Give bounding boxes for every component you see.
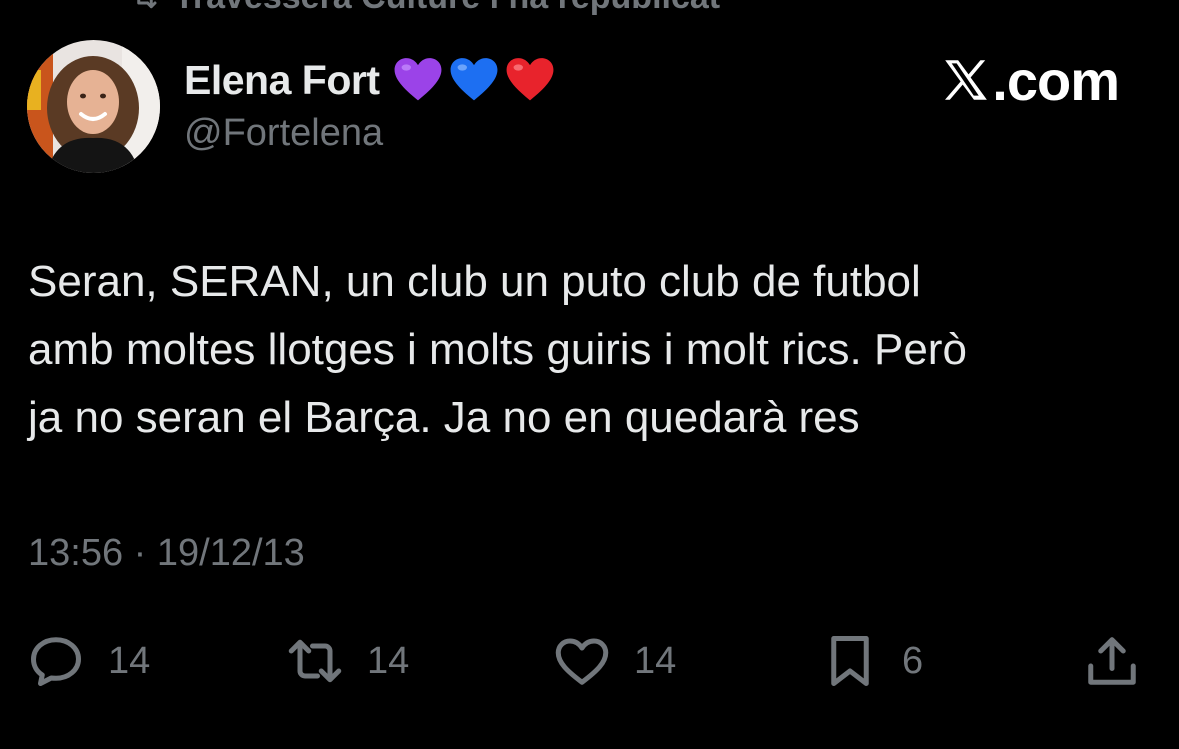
repost-banner: Travessera Culture i na republicat [130, 0, 720, 17]
bookmark-count: 6 [902, 639, 924, 682]
like-count: 14 [634, 639, 677, 682]
tweet-text-line: ja no seran el Barça. Ja no en quedarà r… [28, 393, 860, 442]
red-heart-icon [507, 58, 554, 101]
tweet-text-line: Seran, SERAN, un club un puto club de fu… [28, 257, 921, 306]
avatar-image [27, 40, 160, 173]
repost-button[interactable]: 14 [285, 626, 409, 696]
blue-heart-icon [451, 58, 498, 101]
repost-icon [137, 0, 157, 8]
author-handle[interactable]: @Fortelena [184, 112, 383, 155]
tweet-text-line: amb moltes llotges i molts guiris i molt… [28, 325, 967, 374]
repost-banner-text: Travessera Culture i na republicat [174, 0, 720, 17]
bookmark-icon [831, 636, 869, 686]
x-brand-text: .com [992, 48, 1120, 112]
repost-icon [288, 639, 342, 683]
reply-icon [31, 637, 81, 686]
author-display-name[interactable]: Elena Fort [184, 57, 380, 104]
avatar[interactable] [27, 40, 160, 173]
purple-heart-icon [395, 58, 442, 101]
bookmark-button[interactable]: 6 [820, 626, 923, 696]
share-button[interactable] [1082, 626, 1142, 696]
author-name-row: Elena Fort [184, 52, 561, 108]
share-icon [1088, 637, 1136, 685]
reply-count: 14 [108, 639, 151, 682]
reply-button[interactable]: 14 [26, 626, 150, 696]
x-logo-icon [945, 60, 988, 100]
tweet-action-bar: 14 14 14 6 [0, 626, 1179, 696]
tweet-timestamp[interactable]: 13:56 · 19/12/13 [28, 532, 305, 575]
x-brand-logo: .com [940, 48, 1120, 112]
like-button[interactable]: 14 [552, 626, 676, 696]
tweet-text: Seran, SERAN, un club un puto club de fu… [28, 248, 1138, 452]
like-icon [555, 638, 609, 685]
repost-count: 14 [367, 639, 410, 682]
